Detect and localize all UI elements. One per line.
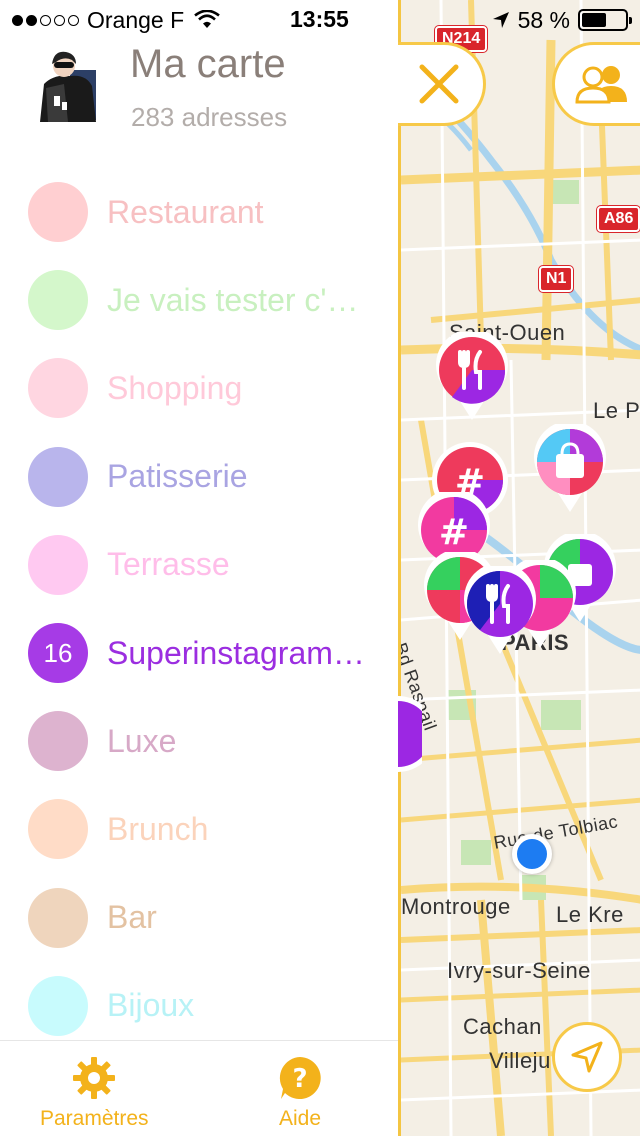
clock: 13:55 — [290, 6, 349, 32]
battery-icon — [578, 9, 632, 31]
category-item-3[interactable]: Shopping — [0, 344, 398, 432]
map-pin-restaurant-selected[interactable] — [460, 566, 540, 656]
road-badge-a86: A86 — [597, 206, 640, 232]
category-color-dot — [28, 887, 88, 948]
category-color-dot: 16 — [28, 623, 88, 684]
location-arrow-icon — [492, 12, 509, 28]
category-label: Shopping — [107, 369, 243, 406]
tab-settings[interactable]: Paramètres — [40, 1055, 149, 1131]
locate-me-button[interactable] — [552, 1022, 622, 1092]
road-badge-n1: N1 — [539, 266, 574, 292]
close-icon — [419, 64, 458, 104]
category-label: Bar — [107, 899, 157, 936]
category-color-dot — [28, 799, 88, 860]
tab-help-label: Aide — [278, 1107, 322, 1130]
category-color-dot — [28, 358, 88, 419]
category-label: Terrasse — [107, 546, 230, 583]
map-label-villejuif: Villeju — [489, 1048, 551, 1073]
map-label-cachan: Cachan — [463, 1014, 542, 1039]
map-label-montrouge: Montrouge — [401, 894, 511, 919]
tab-settings-label: Paramètres — [40, 1107, 149, 1130]
category-item-1[interactable]: Restaurant — [0, 168, 398, 256]
tab-help[interactable]: ? Aide — [277, 1055, 323, 1131]
map-pin-partial[interactable] — [398, 696, 422, 772]
friends-button[interactable] — [552, 42, 640, 126]
map-label-ivry: Ivry-sur-Seine — [447, 958, 591, 983]
map-pin-shopping[interactable] — [530, 424, 610, 514]
gear-icon — [73, 1057, 116, 1099]
category-color-dot — [28, 270, 88, 331]
map-label-le-p: Le P — [593, 398, 640, 423]
status-right: 58 % — [492, 6, 632, 34]
category-color-dot — [28, 534, 88, 595]
category-item-9[interactable]: Bar — [0, 874, 398, 962]
category-list: Restaurant Je vais tester c'… Shopping P… — [0, 168, 398, 1050]
category-label: Patisserie — [107, 458, 248, 495]
category-color-dot — [28, 711, 88, 772]
svg-text:#: # — [439, 512, 469, 553]
side-panel: Ma carte 283 adresses Restaurant Je vais… — [0, 0, 398, 1136]
carrier-area: Orange F — [12, 6, 220, 34]
svg-text:?: ? — [292, 1064, 307, 1094]
tab-bar: Paramètres ? Aide — [0, 1040, 398, 1136]
category-color-dot — [28, 182, 88, 243]
location-arrow-icon — [571, 1041, 603, 1073]
status-bar: Orange F 13:55 58 % — [0, 0, 640, 40]
category-item-8[interactable]: Brunch — [0, 785, 398, 873]
category-label: Bijoux — [107, 987, 195, 1024]
category-label: Superinstagram… — [107, 634, 365, 671]
category-item-2[interactable]: Je vais tester c'… — [0, 256, 398, 344]
category-item-4[interactable]: Patisserie — [0, 433, 398, 521]
users-icon — [575, 66, 627, 104]
category-color-dot — [28, 446, 88, 507]
category-label: Je vais tester c'… — [107, 281, 359, 318]
page-title: Ma carte — [130, 42, 286, 86]
battery-level — [582, 13, 607, 27]
signal-strength-icon — [12, 14, 79, 26]
help-icon: ? — [279, 1057, 321, 1099]
close-button[interactable] — [394, 42, 486, 126]
category-color-dot — [28, 975, 88, 1036]
category-item-5[interactable]: Terrasse — [0, 521, 398, 609]
avatar[interactable] — [34, 44, 106, 122]
user-location-dot — [512, 834, 552, 874]
address-count: 283 adresses — [131, 102, 288, 132]
wifi-icon — [194, 10, 220, 28]
category-label: Restaurant — [107, 193, 264, 230]
map-label-le-kre: Le Kre — [556, 902, 624, 927]
carrier-name: Orange F — [87, 6, 185, 33]
category-label: Luxe — [107, 722, 177, 759]
category-item-7[interactable]: Luxe — [0, 697, 398, 785]
battery-percent: 58 % — [517, 6, 570, 33]
category-item-10[interactable]: Bijoux — [0, 962, 398, 1050]
category-label: Brunch — [107, 810, 209, 847]
map-pin-restaurant[interactable] — [432, 332, 512, 422]
category-item-6[interactable]: 16 Superinstagram… — [0, 609, 398, 697]
